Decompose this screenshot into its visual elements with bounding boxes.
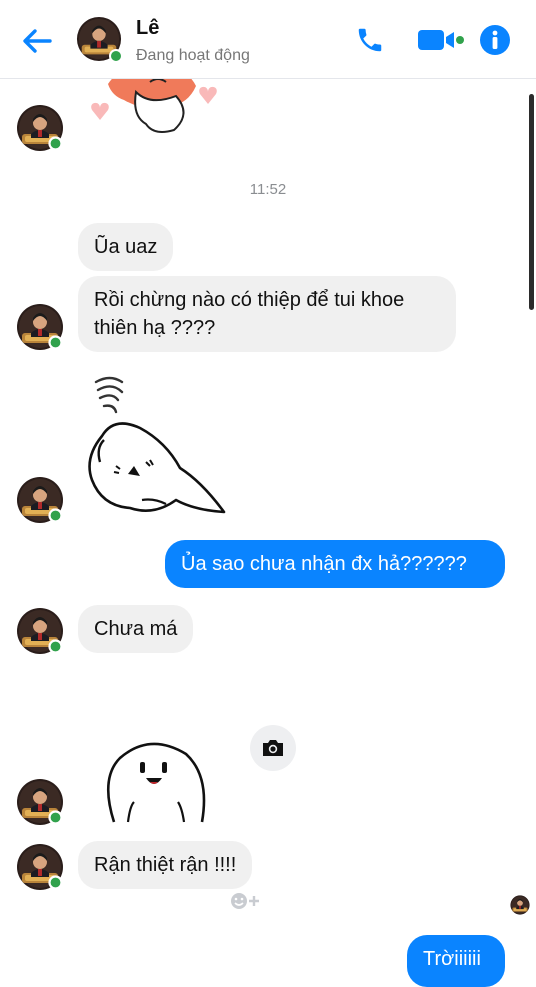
online-dot-icon — [48, 508, 63, 523]
message-bubble-incoming[interactable]: Rồi chừng nào có thiệp để tui khoe thiên… — [78, 276, 456, 352]
message-bubble-incoming[interactable]: Chưa má — [78, 605, 194, 653]
online-dot-icon — [48, 136, 63, 151]
avatar[interactable] — [16, 843, 64, 891]
sticker-dizzy-creature[interactable] — [84, 370, 234, 527]
message-text: Ủa sao chưa nhận đx hả?????? — [181, 553, 467, 575]
avatar[interactable] — [16, 607, 64, 655]
online-dot-icon — [48, 639, 63, 654]
message-text: thiên hạ ???? — [94, 317, 216, 339]
online-dot-icon — [48, 335, 63, 350]
chat-header: Lê Đang hoạt động — [0, 0, 536, 79]
contact-avatar[interactable] — [76, 16, 123, 63]
sticker-smiling-blob[interactable] — [100, 738, 210, 829]
timestamp: 11:52 — [249, 181, 287, 198]
active-status: Đang hoạt động — [136, 47, 250, 64]
sticker-hearts[interactable] — [84, 68, 234, 145]
message-bubble-incoming[interactable]: Rận thiệt rận !!!! — [78, 841, 253, 889]
message-bubble-outgoing[interactable]: Ủa sao chưa nhận đx hả?????? — [165, 540, 505, 588]
online-dot-icon — [48, 810, 63, 825]
seen-indicator-avatar — [510, 895, 530, 915]
message-text: Rận thiệt rận !!!! — [94, 854, 237, 876]
add-reaction-icon — [231, 893, 259, 909]
scrollbar[interactable] — [529, 94, 534, 310]
message-text: Rồi chừng nào có thiệp để tui khoe — [94, 289, 405, 311]
message-bubble-incoming[interactable]: Ũa uaz — [78, 223, 174, 271]
message-text: Ũa uaz — [94, 236, 158, 258]
info-icon[interactable] — [477, 22, 513, 58]
message-text: Chưa má — [94, 618, 178, 640]
back-arrow-icon[interactable] — [20, 24, 54, 58]
online-dot-icon — [109, 49, 123, 63]
message-bubble-outgoing[interactable]: Trờiiiiii — [407, 935, 505, 987]
phone-icon[interactable] — [352, 22, 388, 58]
avatar[interactable] — [16, 778, 64, 826]
message-text: Trờiiiiii — [423, 948, 481, 970]
avatar[interactable] — [16, 303, 64, 351]
video-call-icon[interactable] — [414, 22, 466, 58]
avatar[interactable] — [16, 476, 64, 524]
camera-icon — [263, 740, 283, 756]
add-reaction-button[interactable] — [228, 890, 262, 912]
avatar[interactable] — [16, 104, 64, 152]
contact-name[interactable]: Lê — [136, 17, 159, 40]
online-dot-icon — [48, 875, 63, 890]
save-photo-button[interactable] — [250, 725, 296, 771]
